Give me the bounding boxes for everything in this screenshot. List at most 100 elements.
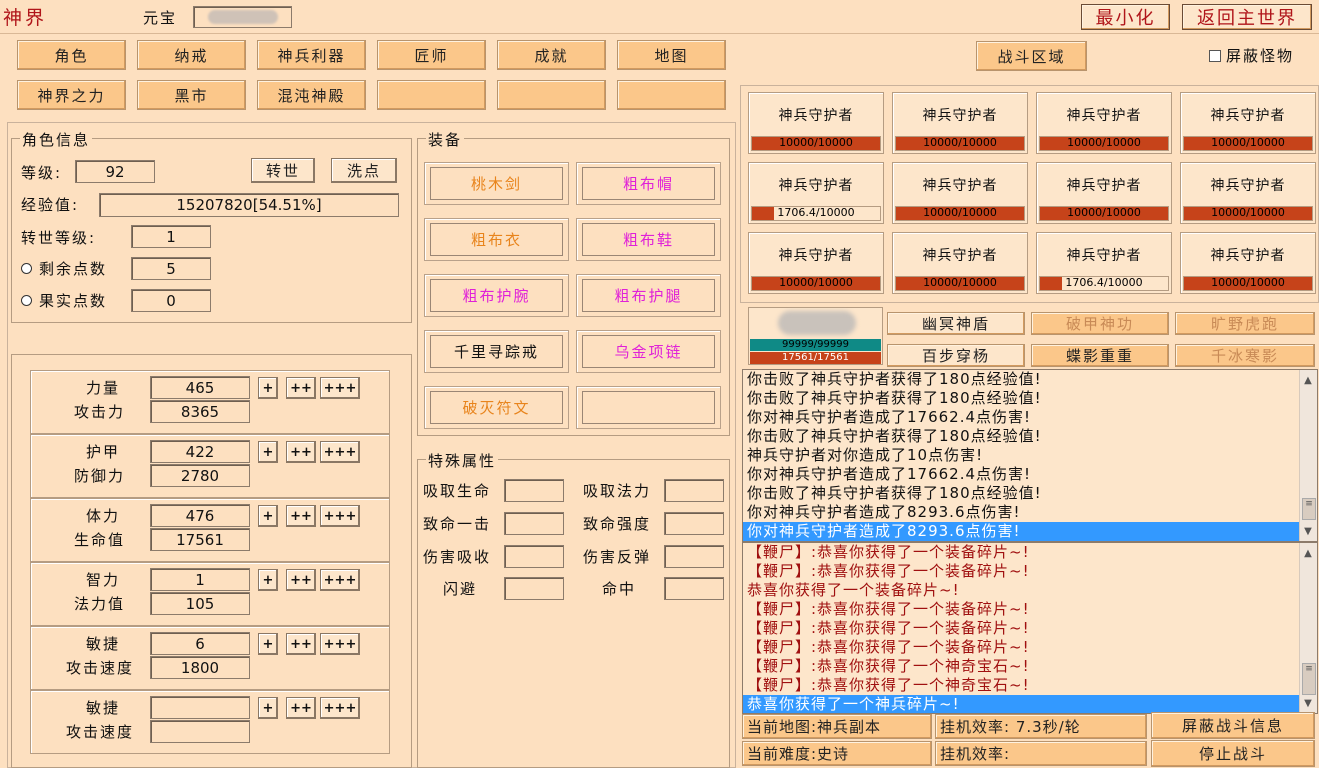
scroll-down-icon[interactable]: ▼	[1300, 523, 1316, 539]
equipment-slot[interactable]: 粗布护腕	[424, 274, 569, 317]
battle-log-line: 你击败了神兵守护者获得了180点经验值!	[747, 427, 1042, 445]
loot-log-scrollbar[interactable]: ▲ ≡ ▼	[1299, 543, 1317, 713]
special-attr-label: 吸取生命	[423, 482, 492, 500]
equipment-slot[interactable]: 粗布帽	[576, 162, 721, 205]
nav-button-row2-3[interactable]	[377, 80, 486, 110]
monster-hp-bar: 1706.4/10000	[1039, 276, 1169, 291]
add-point-button[interactable]: +++	[320, 441, 360, 463]
scroll-thumb[interactable]: ≡	[1302, 498, 1316, 520]
monster-card[interactable]: 神兵守护者 1706.4/10000	[748, 162, 884, 224]
monster-hp-text: 10000/10000	[779, 276, 853, 289]
equipment-slot[interactable]: 粗布鞋	[576, 218, 721, 261]
monster-card[interactable]: 神兵守护者 10000/10000	[892, 232, 1028, 294]
equipment-slot[interactable]: 千里寻踪戒	[424, 330, 569, 373]
battle-log-line: 你对神兵守护者造成了17662.4点伤害!	[747, 465, 1032, 483]
nav-button-row2-5[interactable]	[617, 80, 726, 110]
stop-battle-button[interactable]: 停止战斗	[1151, 740, 1315, 767]
scroll-thumb[interactable]: ≡	[1302, 663, 1316, 695]
minimize-button[interactable]: 最小化	[1081, 4, 1170, 30]
skill-button[interactable]: 百步穿杨	[887, 344, 1025, 367]
wash-points-button[interactable]: 洗点	[331, 158, 397, 183]
nav-button-row2-4[interactable]	[497, 80, 606, 110]
nav-button-4[interactable]: 成就	[497, 40, 606, 70]
add-point-button[interactable]: +++	[320, 697, 360, 719]
monster-hp-text: 10000/10000	[1211, 136, 1285, 149]
nav-button-3[interactable]: 匠师	[377, 40, 486, 70]
scroll-up-icon[interactable]: ▲	[1300, 372, 1316, 388]
stat-sub-label: 攻击速度	[66, 723, 135, 741]
level-field: 92	[75, 160, 155, 183]
return-main-world-button[interactable]: 返回主世界	[1182, 4, 1312, 30]
monster-card[interactable]: 神兵守护者 1706.4/10000	[1036, 232, 1172, 294]
nav-button-0[interactable]: 角色	[17, 40, 126, 70]
equipment-slot[interactable]: 破灭符文	[424, 386, 569, 429]
add-point-button[interactable]: ++	[286, 505, 316, 527]
special-attr-label: 命中	[602, 580, 637, 598]
loot-log[interactable]: 【鞭尸】:恭喜你获得了一个装备碎片~! 【鞭尸】:恭喜你获得了一个装备碎片~! 恭喜…	[742, 542, 1318, 714]
monster-card[interactable]: 神兵守护者 10000/10000	[1180, 92, 1316, 154]
nav-button-row2-0[interactable]: 神界之力	[17, 80, 126, 110]
add-point-button[interactable]: +++	[320, 377, 360, 399]
hide-monsters-checkbox[interactable]	[1209, 50, 1221, 62]
monster-hp-bar: 10000/10000	[895, 276, 1025, 291]
monster-name: 神兵守护者	[1210, 108, 1286, 124]
stat-value-field: 465	[150, 376, 250, 399]
rebirth-button[interactable]: 转世	[251, 158, 315, 183]
add-point-button[interactable]: +	[258, 441, 278, 463]
skill-button[interactable]: 蝶影重重	[1031, 344, 1169, 367]
add-point-button[interactable]: ++	[286, 441, 316, 463]
add-point-button[interactable]: +	[258, 377, 278, 399]
monster-card[interactable]: 神兵守护者 10000/10000	[1036, 92, 1172, 154]
add-point-button[interactable]: +	[258, 569, 278, 591]
remaining-points-radio[interactable]	[21, 263, 32, 274]
level-label: 等级:	[21, 164, 63, 182]
monster-hp-bar: 10000/10000	[1183, 206, 1313, 221]
scroll-up-icon[interactable]: ▲	[1300, 545, 1316, 561]
stat-value-field: 1	[150, 568, 250, 591]
battle-area-button[interactable]: 战斗区域	[976, 41, 1087, 71]
nav-button-1[interactable]: 纳戒	[137, 40, 246, 70]
monster-card[interactable]: 神兵守护者 10000/10000	[892, 92, 1028, 154]
monster-card[interactable]: 神兵守护者 10000/10000	[748, 92, 884, 154]
monster-card[interactable]: 神兵守护者 10000/10000	[892, 162, 1028, 224]
nav-button-5[interactable]: 地图	[617, 40, 726, 70]
stat-sub-label: 攻击力	[74, 403, 126, 421]
add-point-button[interactable]: ++	[286, 697, 316, 719]
add-point-button[interactable]: +	[258, 697, 278, 719]
monster-card[interactable]: 神兵守护者 10000/10000	[748, 232, 884, 294]
monster-card[interactable]: 神兵守护者 10000/10000	[1180, 232, 1316, 294]
skill-button[interactable]: 千冰寒影	[1175, 344, 1315, 367]
monster-card[interactable]: 神兵守护者 10000/10000	[1036, 162, 1172, 224]
add-point-button[interactable]: +	[258, 505, 278, 527]
window-title: 神界	[3, 7, 48, 29]
battle-log-scrollbar[interactable]: ▲ ≡ ▼	[1299, 370, 1317, 541]
equipment-slot[interactable]: 桃木剑	[424, 162, 569, 205]
nav-button-2[interactable]: 神兵利器	[257, 40, 366, 70]
battle-log[interactable]: 你击败了神兵守护者获得了180点经验值! 你击败了神兵守护者获得了180点经验值!…	[742, 369, 1318, 542]
nav-button-row2-2[interactable]: 混沌神殿	[257, 80, 366, 110]
add-point-button[interactable]: +++	[320, 569, 360, 591]
equipment-slot[interactable]: 粗布衣	[424, 218, 569, 261]
add-point-button[interactable]: +++	[320, 505, 360, 527]
add-point-button[interactable]: +	[258, 633, 278, 655]
add-point-button[interactable]: ++	[286, 569, 316, 591]
equipment-slot[interactable]: 乌金项链	[576, 330, 721, 373]
equipment-slot[interactable]: 粗布护腿	[576, 274, 721, 317]
special-attr-field	[504, 512, 564, 535]
stat-name-label: 体力	[86, 507, 121, 525]
nav-button-row2-1[interactable]: 黑市	[137, 80, 246, 110]
skill-button[interactable]: 旷野虎跑	[1175, 312, 1315, 335]
add-point-button[interactable]: ++	[286, 633, 316, 655]
add-point-button[interactable]: ++	[286, 377, 316, 399]
special-attr-label: 闪避	[443, 580, 478, 598]
skill-button[interactable]: 幽冥神盾	[887, 312, 1025, 335]
hide-battle-info-button[interactable]: 屏蔽战斗信息	[1151, 712, 1315, 739]
monster-card[interactable]: 神兵守护者 10000/10000	[1180, 162, 1316, 224]
scroll-down-icon[interactable]: ▼	[1300, 695, 1316, 711]
skill-button[interactable]: 破甲神功	[1031, 312, 1169, 335]
monster-name: 神兵守护者	[1210, 248, 1286, 264]
equipment-slot[interactable]	[576, 386, 721, 429]
add-point-button[interactable]: +++	[320, 633, 360, 655]
fruit-points-radio[interactable]	[21, 295, 32, 306]
monster-hp-bar: 10000/10000	[895, 136, 1025, 151]
